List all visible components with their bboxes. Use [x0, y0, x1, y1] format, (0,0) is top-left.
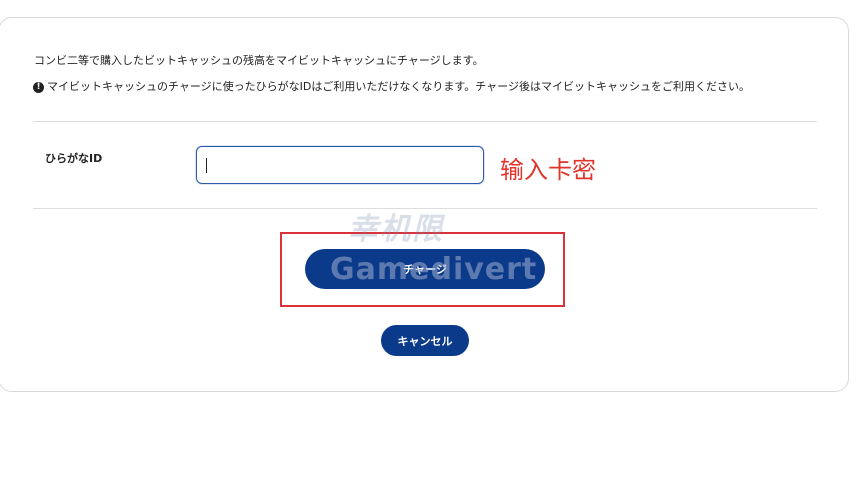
hiragana-id-label: ひらがなID [45, 152, 103, 165]
divider-top [33, 121, 817, 122]
annotation-hint: 输入卡密 [500, 156, 596, 184]
warning-text: マイビットキャッシュのチャージに使ったひらがなIDはご利用いただけなくなります。… [47, 80, 750, 93]
text-caret [206, 158, 207, 173]
warning-notice: ! マイビットキャッシュのチャージに使ったひらがなIDはご利用いただけなくなりま… [33, 80, 750, 94]
annotation-highlight-box [280, 232, 565, 307]
cancel-button[interactable]: キャンセル [381, 325, 469, 356]
charge-description: コンビ二等で購入したビットキャッシュの残高をマイビットキャッシュにチャージします… [34, 54, 484, 67]
exclamation-circle-icon: ! [33, 81, 44, 93]
hiragana-id-input[interactable] [196, 146, 484, 184]
divider-bottom [33, 208, 817, 209]
